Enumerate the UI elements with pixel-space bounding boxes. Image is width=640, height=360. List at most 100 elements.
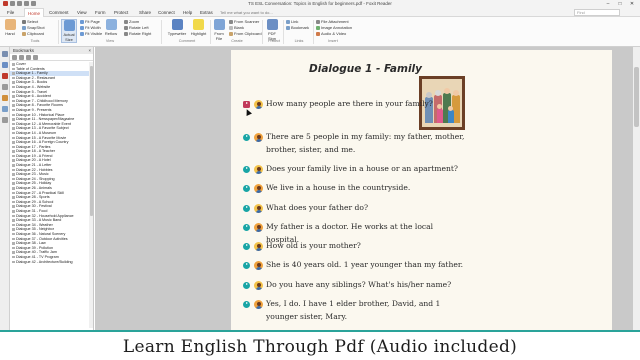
hand-icon <box>4 19 16 30</box>
snapshot-button[interactable]: SnapShot <box>22 25 45 30</box>
dialogue-line: Do you have any siblings? What's his/her… <box>243 279 466 292</box>
fit-page-icon <box>80 19 84 24</box>
play-audio-icon[interactable] <box>243 261 250 269</box>
bookmarks-panel-title: Bookmarks <box>13 48 34 53</box>
page-heading: Dialogue 1 - Family <box>309 63 422 75</box>
reflow-button[interactable]: Reflow <box>103 19 119 36</box>
dialogue-text: What does your father do? <box>266 203 369 212</box>
play-audio-icon[interactable] <box>243 300 250 308</box>
rotate-left-button[interactable]: Rotate Left <box>124 25 149 30</box>
rotate-right-icon <box>124 31 128 36</box>
tab-form[interactable]: Form <box>92 8 109 17</box>
tab-home[interactable]: Home <box>24 8 45 17</box>
highlight-button[interactable]: Highlight <box>189 19 208 36</box>
ribbon-group-label: Insert <box>328 39 338 43</box>
expand-icon[interactable] <box>12 55 17 60</box>
play-audio-icon[interactable] <box>243 165 250 173</box>
question-speaker-avatar <box>254 203 263 213</box>
security-panel-icon[interactable] <box>1 117 8 123</box>
dialogue-line: There are 5 people in my family: my fath… <box>243 131 466 156</box>
zoom-button[interactable]: Zoom <box>124 19 139 24</box>
clipboard-button[interactable]: Clipboard <box>22 31 44 36</box>
close-panel-icon[interactable]: × <box>89 47 91 54</box>
play-audio-icon[interactable] <box>243 204 250 212</box>
pdf-page: Dialogue 1 - Family How many people are … <box>231 50 612 332</box>
tab-comment[interactable]: Comment <box>46 8 72 17</box>
tell-me-box[interactable]: Tell me what you want to do... <box>220 9 310 16</box>
from-scanner-button[interactable]: From Scanner <box>229 19 259 24</box>
rotate-right-button[interactable]: Rotate Right <box>124 31 151 36</box>
dialogue-text: Do you have any siblings? What's his/her… <box>266 280 452 289</box>
bookmarks-panel: Bookmarks × Cover Table of Contents Dialog… <box>10 47 94 330</box>
play-audio-icon[interactable] <box>243 133 250 141</box>
dialogue-text: How old is your mother? <box>266 241 361 250</box>
play-audio-icon[interactable] <box>243 100 250 108</box>
signature-panel-icon[interactable] <box>1 106 8 112</box>
bookmark-item[interactable]: Dialogue 42 - Architecture/Building <box>10 260 90 265</box>
play-audio-icon[interactable] <box>243 184 250 192</box>
menu-bar: File Home Comment View Form Protect Shar… <box>0 8 640 17</box>
scrollbar-thumb[interactable] <box>634 67 639 127</box>
scrollbar-thumb[interactable] <box>89 66 93 216</box>
caption-divider <box>0 330 640 332</box>
bookmark-button[interactable]: Bookmark <box>286 25 309 30</box>
close-icon[interactable]: ✕ <box>626 0 638 8</box>
tab-file[interactable]: File <box>4 8 17 17</box>
add-bookmark-icon[interactable] <box>33 55 38 60</box>
fit-width-button[interactable]: Fit Width <box>80 25 101 30</box>
image-annotation-button[interactable]: Image Annotation <box>316 25 352 30</box>
dialogue-text: How many people are there in your family… <box>266 99 433 108</box>
tab-protect[interactable]: Protect <box>111 8 131 17</box>
window-title: TS ESL Conversation: Topics in English f… <box>248 1 392 6</box>
ribbon-group-label: Links <box>294 39 304 43</box>
bookmark-scrollbar[interactable] <box>89 62 93 328</box>
hand-tool-button[interactable]: Hand <box>2 19 18 36</box>
ribbon-divider <box>161 20 162 44</box>
minimize-icon[interactable]: – <box>602 0 614 8</box>
signature-icon <box>266 19 278 30</box>
answer-speaker-avatar <box>254 299 263 309</box>
typewriter-button[interactable]: Typewriter <box>166 19 188 36</box>
collapse-icon[interactable] <box>19 55 24 60</box>
blank-button[interactable]: Blank <box>229 25 244 30</box>
question-speaker-avatar <box>254 280 263 290</box>
rotate-left-icon <box>124 25 128 30</box>
link-button[interactable]: Link <box>286 19 298 24</box>
tab-view[interactable]: View <box>74 8 90 17</box>
select-text-button[interactable]: Select <box>22 19 38 24</box>
tab-connect[interactable]: Connect <box>155 8 178 17</box>
audio-video-button[interactable]: Audio & Video <box>316 31 346 36</box>
fit-visible-button[interactable]: Fit Visible <box>80 31 102 36</box>
tab-help[interactable]: Help <box>180 8 195 17</box>
title-bar: TS ESL Conversation: Topics in English f… <box>0 0 640 8</box>
tab-share[interactable]: Share <box>136 8 154 17</box>
from-clipboard-button[interactable]: From Clipboard <box>229 31 262 36</box>
delete-bookmark-icon[interactable] <box>26 55 31 60</box>
dialogue-line: We live in a house in the countryside. <box>243 182 466 195</box>
bookmark-toolbar <box>10 54 93 61</box>
dialogue-text: She is 40 years old. 1 year younger than… <box>266 260 464 269</box>
dialogue-line: Does your family live in a house or an a… <box>243 163 466 176</box>
play-audio-icon[interactable] <box>243 281 250 289</box>
pages-panel-icon[interactable] <box>1 62 8 68</box>
dialogue-line: How old is your mother? <box>243 240 466 253</box>
bookmark-icon <box>286 25 290 30</box>
actual-size-button[interactable]: Actual Size <box>61 19 77 43</box>
dialogue-line: She is 40 years old. 1 year younger than… <box>243 259 466 272</box>
bookmarks-panel-icon[interactable] <box>1 51 8 57</box>
play-audio-icon[interactable] <box>243 223 250 231</box>
dialogue-line: What does your father do? <box>243 202 466 215</box>
comments-panel-icon[interactable] <box>1 73 8 79</box>
pdf-sign-button[interactable]: PDF Sign <box>264 19 280 41</box>
attachments-panel-icon[interactable] <box>1 95 8 101</box>
from-file-button[interactable]: From File <box>211 19 227 41</box>
fit-page-button[interactable]: Fit Page <box>80 19 100 24</box>
ribbon-group-label: Protect <box>267 39 281 43</box>
play-audio-icon[interactable] <box>243 242 250 250</box>
tab-extras[interactable]: Extras <box>197 8 216 17</box>
file-attachment-button[interactable]: File Attachment <box>316 19 349 24</box>
layers-panel-icon[interactable] <box>1 84 8 90</box>
document-scrollbar[interactable] <box>633 47 640 330</box>
maximize-icon[interactable]: □ <box>614 0 626 8</box>
search-input[interactable]: Find <box>574 9 620 16</box>
